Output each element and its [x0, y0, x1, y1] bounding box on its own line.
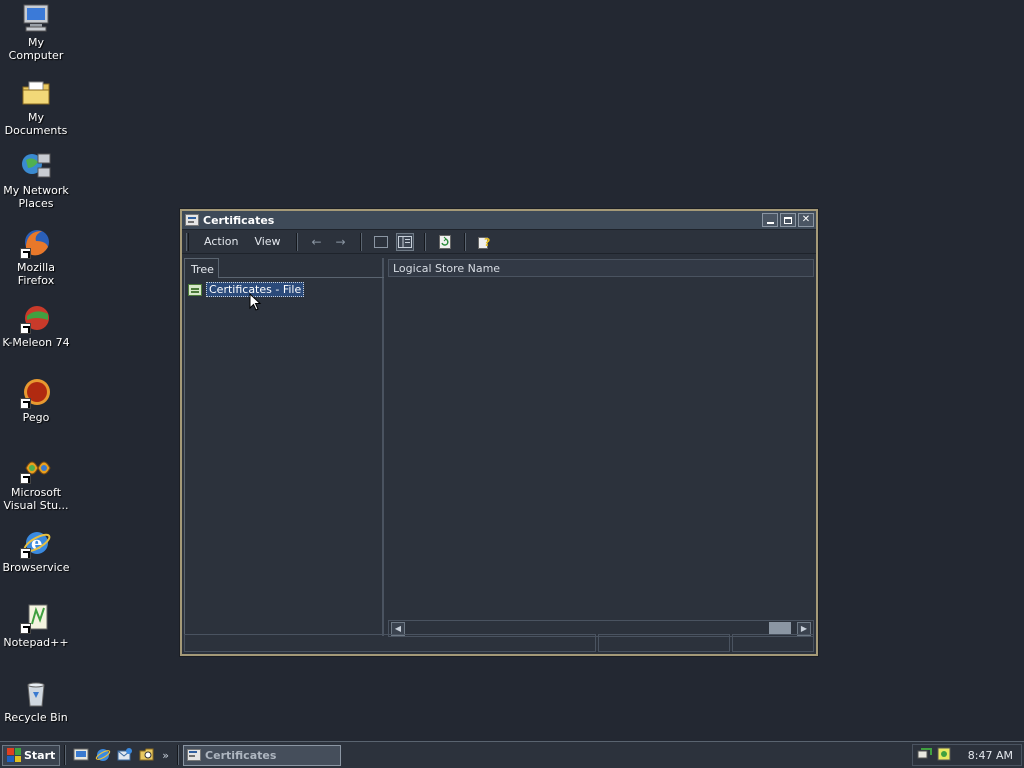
mmc-app-icon — [187, 749, 202, 761]
toolbar-separator — [423, 232, 426, 251]
desktop-icon-my-documents[interactable]: My Documents — [0, 77, 72, 137]
toolbar-separator — [463, 232, 466, 251]
outlook-express-icon[interactable] — [116, 746, 134, 764]
help-icon[interactable]: ? — [476, 233, 494, 251]
minimize-button[interactable] — [762, 213, 778, 227]
desktop-icon-label: Mozilla Firefox — [17, 261, 55, 287]
svg-text:?: ? — [484, 236, 490, 249]
desktop-icon-my-network-places[interactable]: My Network Places — [0, 150, 72, 210]
mouse-cursor-icon — [249, 293, 262, 311]
tree-pane: Tree Certificates - File — [184, 258, 384, 636]
window-titlebar[interactable]: Certificates ✕ — [182, 211, 816, 230]
shortcut-arrow-icon — [20, 323, 31, 334]
maximize-icon — [784, 216, 792, 224]
show-desktop-icon[interactable] — [72, 746, 90, 764]
system-tray: 8:47 AM — [912, 744, 1022, 766]
menu-view[interactable]: View — [247, 233, 287, 250]
pego-icon — [20, 377, 52, 409]
minimize-icon — [766, 222, 774, 224]
certificates-window[interactable]: Certificates ✕ Action View ← → ? Tree Ce… — [180, 209, 818, 656]
shortcut-arrow-icon — [20, 473, 31, 484]
recycle-bin-icon — [20, 677, 52, 709]
taskbar-button-certificates[interactable]: Certificates — [183, 744, 342, 766]
start-label: Start — [24, 748, 56, 762]
result-pane: Logical Store Name ◀ ▶ — [388, 259, 814, 637]
toolbar-grip[interactable] — [186, 232, 189, 251]
toolbar: Action View ← → ? — [182, 230, 816, 254]
close-button[interactable]: ✕ — [798, 213, 814, 227]
desktop-icon-browservice[interactable]: e Browservice — [0, 527, 72, 574]
visual-studio-icon — [20, 452, 52, 484]
status-cell-main — [184, 634, 596, 652]
shortcut-arrow-icon — [20, 248, 31, 259]
desktop-icon-notepad-plus-plus[interactable]: Notepad++ — [0, 602, 72, 649]
quick-launch-overflow-icon[interactable]: » — [162, 749, 169, 762]
taskbar-separator — [177, 745, 180, 765]
maximize-button[interactable] — [780, 213, 796, 227]
search-folder-icon[interactable] — [138, 746, 156, 764]
status-cell-2 — [598, 634, 730, 652]
status-bar — [184, 634, 814, 652]
shortcut-arrow-icon — [20, 398, 31, 409]
shortcut-arrow-icon — [20, 548, 31, 559]
network-icon — [20, 150, 52, 182]
mmc-app-icon — [185, 214, 199, 226]
column-header-logical-store-name[interactable]: Logical Store Name — [388, 259, 814, 277]
security-tray-icon[interactable] — [937, 747, 951, 764]
folder-icon — [20, 77, 52, 109]
desktop-icon-label: My Computer — [8, 36, 64, 62]
desktop-icon-label: Notepad++ — [3, 636, 69, 649]
internet-explorer-icon: e — [20, 527, 52, 559]
status-cell-3 — [732, 634, 814, 652]
desktop-icon-my-computer[interactable]: My Computer — [0, 2, 72, 62]
notepad-plus-plus-icon — [20, 602, 52, 634]
toolbar-separator — [295, 232, 298, 251]
tree-view[interactable]: Certificates - File — [184, 278, 382, 634]
result-list[interactable] — [388, 277, 814, 617]
certificate-store-icon — [188, 283, 202, 296]
network-tray-icon[interactable] — [917, 747, 933, 764]
tree-node-certificates-file[interactable]: Certificates - File — [188, 282, 305, 297]
toolbar-separator — [359, 232, 362, 251]
tab-tree[interactable]: Tree — [184, 258, 219, 278]
show-hide-tree-icon[interactable] — [395, 232, 414, 251]
desktop-icon-label: Browservice — [2, 561, 70, 574]
menu-action[interactable]: Action — [197, 233, 245, 250]
desktop-icon-pego[interactable]: Pego — [0, 377, 72, 424]
window-title: Certificates — [203, 213, 275, 227]
start-button[interactable]: Start — [2, 744, 61, 766]
desktop-icon-label: Pego — [22, 411, 50, 424]
desktop-icon-visual-studio[interactable]: Microsoft Visual Stu... — [0, 452, 72, 512]
back-icon[interactable]: ← — [308, 233, 326, 251]
refresh-icon[interactable] — [436, 233, 454, 251]
desktop-icon-label: Microsoft Visual Stu... — [3, 486, 69, 512]
taskbar: Start » Certificates 8:47 AM — [0, 741, 1024, 768]
forward-icon[interactable]: → — [332, 233, 350, 251]
desktop-icon-k-meleon[interactable]: K-Meleon 74 — [0, 302, 72, 349]
shortcut-arrow-icon — [20, 623, 31, 634]
computer-icon — [20, 2, 52, 34]
desktop-icon-recycle-bin[interactable]: Recycle Bin — [0, 677, 72, 724]
desktop-icon-label: My Network Places — [3, 184, 69, 210]
up-one-level-icon[interactable] — [372, 233, 390, 251]
firefox-icon — [20, 227, 52, 259]
k-meleon-icon — [20, 302, 52, 334]
desktop-icon-label: My Documents — [4, 111, 68, 137]
desktop-icon-label: Recycle Bin — [4, 711, 68, 724]
taskbar-clock[interactable]: 8:47 AM — [968, 749, 1013, 762]
internet-explorer-icon[interactable] — [94, 746, 112, 764]
taskbar-separator — [64, 745, 67, 765]
close-icon: ✕ — [801, 214, 811, 225]
desktop-icon-label: K-Meleon 74 — [2, 336, 70, 349]
desktop-icon-mozilla-firefox[interactable]: Mozilla Firefox — [0, 227, 72, 287]
windows-logo-icon — [7, 748, 21, 762]
taskbar-button-label: Certificates — [205, 748, 277, 762]
